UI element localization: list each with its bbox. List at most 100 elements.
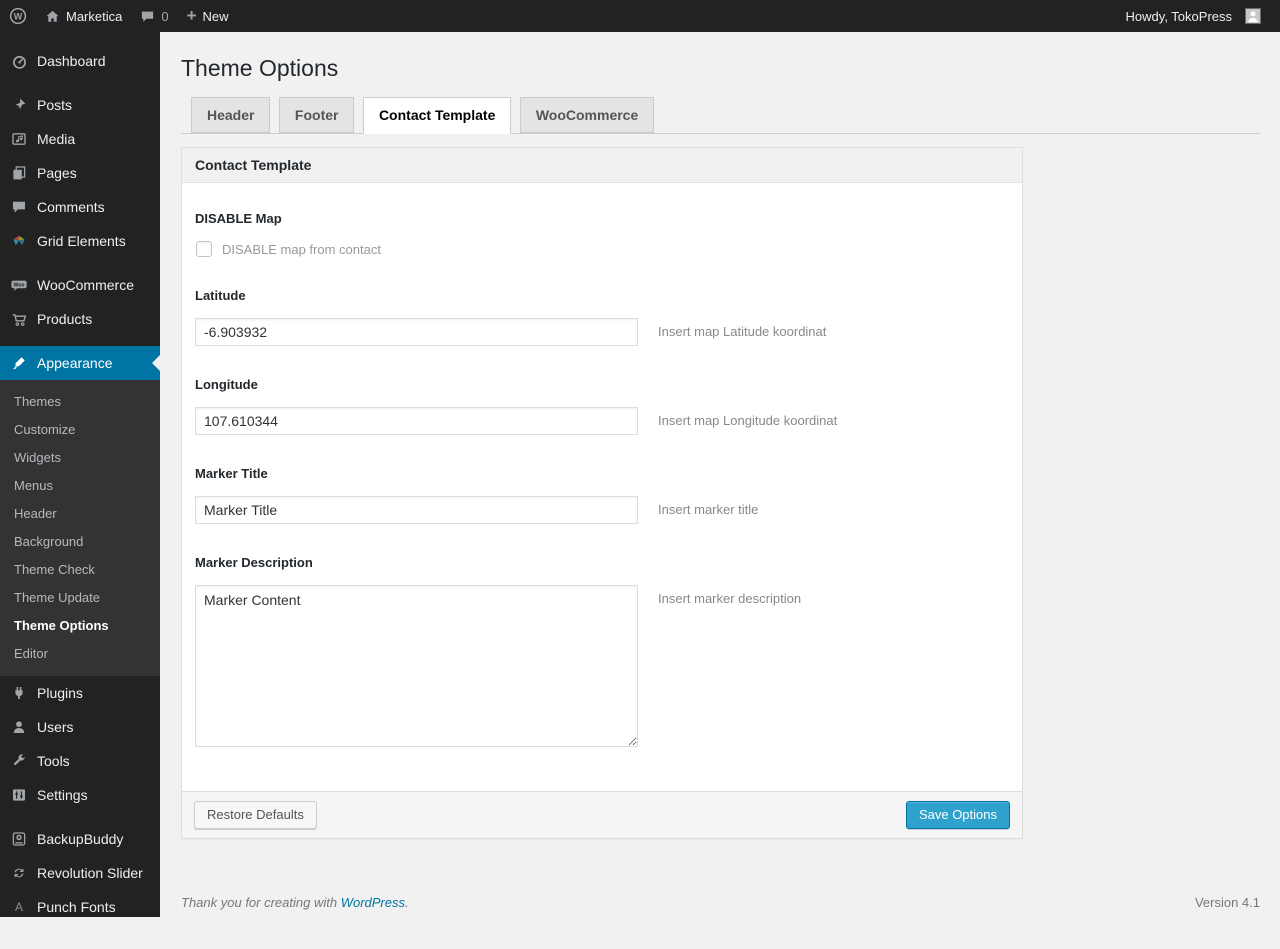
sidebar-item-label: Dashboard xyxy=(37,53,106,69)
sidebar-item-label: Grid Elements xyxy=(37,233,126,249)
menu-separator xyxy=(0,258,160,268)
admin-sidebar: Dashboard Posts Media Pages xyxy=(0,32,160,917)
sidebar-item-label: Media xyxy=(37,131,75,147)
sidebar-item-revolution-slider[interactable]: Revolution Slider xyxy=(0,856,160,890)
new-content-menu[interactable]: + New xyxy=(178,0,238,32)
tab-contact-template[interactable]: Contact Template xyxy=(363,97,511,134)
sidebar-item-settings[interactable]: Settings xyxy=(0,778,160,812)
disable-map-checkbox-label: DISABLE map from contact xyxy=(222,242,381,257)
media-icon xyxy=(9,131,29,147)
sidebar-item-appearance[interactable]: Appearance xyxy=(0,346,160,380)
submenu-item-themes[interactable]: Themes xyxy=(0,388,160,416)
submenu-item-editor[interactable]: Editor xyxy=(0,640,160,668)
latitude-input[interactable] xyxy=(195,318,638,346)
panel-body: DISABLE Map DISABLE map from contact Lat… xyxy=(182,183,1022,791)
submenu-item-theme-options[interactable]: Theme Options xyxy=(0,612,160,640)
panel-header: Contact Template xyxy=(182,148,1022,183)
wp-logo-menu[interactable]: W xyxy=(0,0,36,32)
current-menu-arrow xyxy=(144,355,160,371)
submenu-item-menus[interactable]: Menus xyxy=(0,472,160,500)
punch-fonts-icon: A xyxy=(9,899,29,915)
tab-header[interactable]: Header xyxy=(191,97,270,133)
longitude-hint: Insert map Longitude koordinat xyxy=(658,407,837,428)
sidebar-item-tools[interactable]: Tools xyxy=(0,744,160,778)
wordpress-link[interactable]: WordPress xyxy=(341,895,405,910)
sidebar-item-plugins[interactable]: Plugins xyxy=(0,676,160,710)
new-label: New xyxy=(203,9,229,24)
sidebar-item-woocommerce[interactable]: Woo WooCommerce xyxy=(0,268,160,302)
marker-description-textarea[interactable]: Marker Content xyxy=(195,585,638,747)
sidebar-item-comments[interactable]: Comments xyxy=(0,190,160,224)
sidebar-item-pages[interactable]: Pages xyxy=(0,156,160,190)
sidebar-item-backupbuddy[interactable]: BackupBuddy xyxy=(0,822,160,856)
page-title: Theme Options xyxy=(181,32,1260,97)
menu-separator xyxy=(0,78,160,88)
sidebar-item-dashboard[interactable]: Dashboard xyxy=(0,44,160,78)
latitude-hint: Insert map Latitude koordinat xyxy=(658,318,826,339)
field-label-latitude: Latitude xyxy=(195,288,1009,303)
sidebar-item-label: Posts xyxy=(37,97,72,113)
revolution-slider-icon xyxy=(9,865,29,881)
marker-description-hint: Insert marker description xyxy=(658,585,801,606)
dashboard-icon xyxy=(9,53,29,70)
sidebar-item-grid-elements[interactable]: Grid Elements xyxy=(0,224,160,258)
pages-icon xyxy=(9,165,29,181)
svg-text:Woo: Woo xyxy=(14,282,25,288)
sidebar-item-label: Users xyxy=(37,719,74,735)
tab-footer[interactable]: Footer xyxy=(279,97,355,133)
grid-elements-icon xyxy=(9,233,29,249)
sidebar-item-label: Appearance xyxy=(37,355,113,371)
restore-defaults-button[interactable]: Restore Defaults xyxy=(194,801,317,829)
field-label-longitude: Longitude xyxy=(195,377,1009,392)
submenu-item-widgets[interactable]: Widgets xyxy=(0,444,160,472)
sidebar-item-label: Punch Fonts xyxy=(37,899,116,915)
save-options-button[interactable]: Save Options xyxy=(906,801,1010,829)
longitude-input[interactable] xyxy=(195,407,638,435)
users-icon xyxy=(9,719,29,735)
svg-text:W: W xyxy=(14,12,23,22)
account-menu[interactable]: Howdy, TokoPress xyxy=(1117,0,1270,32)
menu-separator xyxy=(0,812,160,822)
field-marker-title: Marker Title Insert marker title xyxy=(195,466,1009,524)
footer-thanks-text: Thank you for creating with WordPress. xyxy=(181,895,409,910)
disable-map-checkbox[interactable] xyxy=(196,241,212,257)
submenu-item-theme-check[interactable]: Theme Check xyxy=(0,556,160,584)
field-label-marker-title: Marker Title xyxy=(195,466,1009,481)
user-avatar xyxy=(1245,8,1261,24)
comments-icon xyxy=(9,199,29,215)
field-disable-map: DISABLE Map DISABLE map from contact xyxy=(195,211,1009,257)
sidebar-item-label: Comments xyxy=(37,199,105,215)
field-label-disable-map: DISABLE Map xyxy=(195,211,1009,226)
plus-icon: + xyxy=(187,7,197,24)
marker-title-input[interactable] xyxy=(195,496,638,524)
menu-separator xyxy=(0,336,160,346)
admin-bar: W Marketica 0 + New Howdy, TokoPress xyxy=(0,0,1280,32)
sidebar-item-label: Pages xyxy=(37,165,77,181)
footer-thanks-prefix: Thank you for creating with xyxy=(181,895,337,910)
footer-thanks-suffix: . xyxy=(405,895,409,910)
sidebar-item-label: BackupBuddy xyxy=(37,831,123,847)
tab-woocommerce[interactable]: WooCommerce xyxy=(520,97,654,133)
comment-bubble-icon xyxy=(140,9,155,24)
sidebar-item-users[interactable]: Users xyxy=(0,710,160,744)
field-label-marker-description: Marker Description xyxy=(195,555,1009,570)
site-name: Marketica xyxy=(66,9,122,24)
howdy-text: Howdy, TokoPress xyxy=(1126,9,1232,24)
sidebar-item-label: Products xyxy=(37,311,92,327)
comments-menu[interactable]: 0 xyxy=(131,0,177,32)
sidebar-item-products[interactable]: Products xyxy=(0,302,160,336)
site-name-menu[interactable]: Marketica xyxy=(36,0,131,32)
comments-count: 0 xyxy=(161,9,168,24)
submenu-item-customize[interactable]: Customize xyxy=(0,416,160,444)
sidebar-item-posts[interactable]: Posts xyxy=(0,88,160,122)
svg-text:A: A xyxy=(15,900,23,914)
field-longitude: Longitude Insert map Longitude koordinat xyxy=(195,377,1009,435)
main-content: Theme Options Header Footer Contact Temp… xyxy=(160,32,1280,930)
submenu-item-header[interactable]: Header xyxy=(0,500,160,528)
appearance-submenu: Themes Customize Widgets Menus Header Ba… xyxy=(0,380,160,676)
sidebar-item-label: WooCommerce xyxy=(37,277,134,293)
submenu-item-background[interactable]: Background xyxy=(0,528,160,556)
sidebar-item-media[interactable]: Media xyxy=(0,122,160,156)
tools-icon xyxy=(9,753,29,769)
submenu-item-theme-update[interactable]: Theme Update xyxy=(0,584,160,612)
